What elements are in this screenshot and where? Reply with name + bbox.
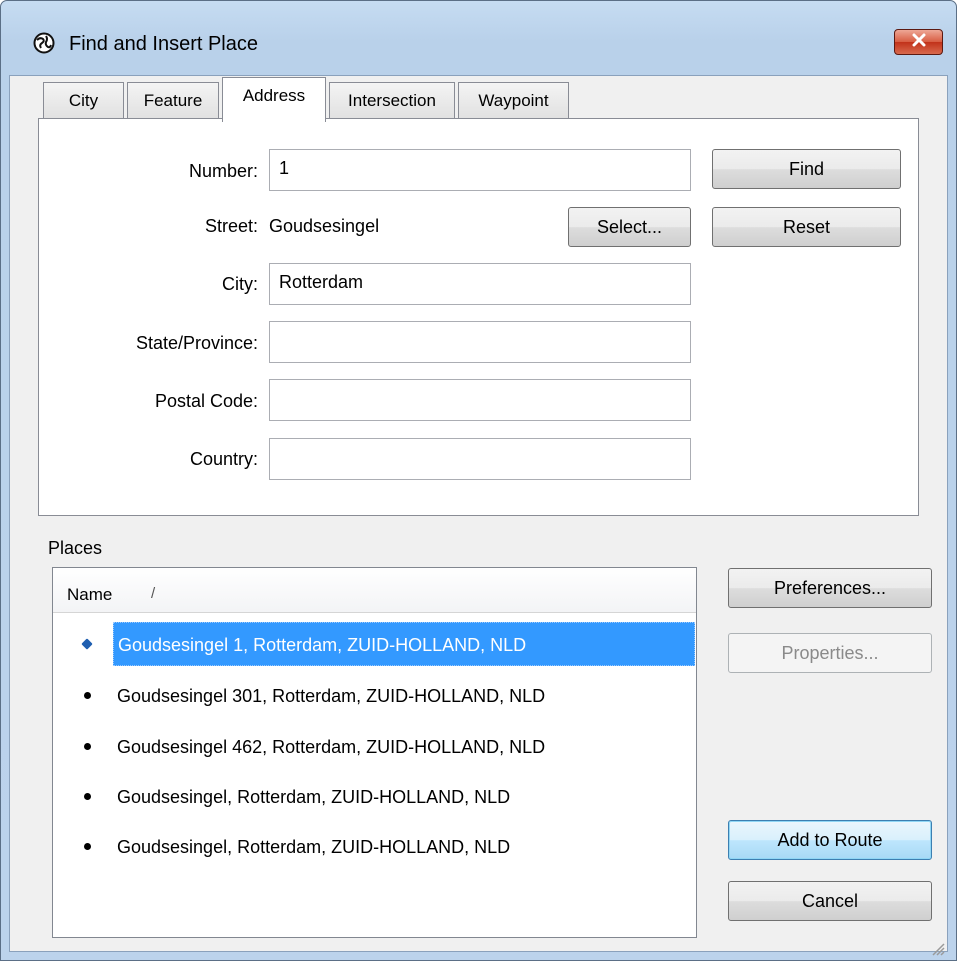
tab-intersection[interactable]: Intersection (329, 82, 455, 118)
tab-waypoint-label: Waypoint (478, 90, 549, 110)
list-item-text: Goudsesingel 301, Rotterdam, ZUID-HOLLAN… (117, 686, 546, 706)
reset-button[interactable]: Reset (712, 207, 901, 247)
properties-button-label: Properties... (781, 642, 879, 663)
bullet-icon (84, 692, 91, 699)
postal-code-field[interactable] (269, 379, 691, 421)
properties-button[interactable]: Properties... (728, 633, 932, 673)
country-label: Country: (189, 449, 258, 469)
preferences-button-label: Preferences... (773, 577, 887, 598)
street-label: Street: (204, 216, 258, 236)
places-label: Places (48, 538, 103, 558)
list-item-text: Goudsesingel, Rotterdam, ZUID-HOLLAND, N… (117, 837, 511, 857)
tab-address[interactable]: Address (222, 77, 326, 122)
globe-icon (33, 32, 55, 54)
list-item[interactable]: Goudsesingel, Rotterdam, ZUID-HOLLAND, N… (53, 825, 696, 869)
tab-city[interactable]: City (43, 82, 124, 118)
close-button[interactable] (894, 29, 943, 55)
resize-grip-icon[interactable] (929, 940, 945, 956)
list-item-text: Goudsesingel 462, Rotterdam, ZUID-HOLLAN… (117, 737, 546, 757)
bullet-icon (84, 743, 91, 750)
postal-code-label: Postal Code: (154, 391, 258, 411)
reset-button-label: Reset (782, 216, 831, 237)
tab-feature-label: Feature (143, 90, 203, 110)
tab-address-label: Address (242, 86, 306, 105)
title-bar[interactable]: Find and Insert Place (1, 1, 956, 79)
state-province-label: State/Province: (135, 333, 258, 353)
close-icon (911, 33, 927, 52)
add-to-route-button[interactable]: Add to Route (728, 820, 932, 860)
country-field[interactable] (269, 438, 691, 480)
cancel-button-label: Cancel (801, 890, 859, 911)
number-value: 1 (279, 158, 290, 178)
list-item[interactable]: Goudsesingel, Rotterdam, ZUID-HOLLAND, N… (53, 775, 696, 819)
city-value: Rotterdam (279, 272, 364, 292)
number-field[interactable]: 1 (269, 149, 691, 191)
number-label: Number: (188, 161, 258, 181)
window-title: Find and Insert Place (69, 33, 258, 55)
tab-city-label: City (68, 90, 99, 110)
sort-indicator: / (151, 585, 156, 602)
list-item-text: Goudsesingel, Rotterdam, ZUID-HOLLAND, N… (117, 787, 511, 807)
select-button[interactable]: Select... (568, 207, 691, 247)
select-button-label: Select... (596, 216, 663, 237)
tab-waypoint[interactable]: Waypoint (458, 82, 569, 118)
find-button-label: Find (788, 158, 824, 179)
bullet-icon (84, 793, 91, 800)
places-list-header: Name / (53, 568, 696, 613)
list-item[interactable]: Goudsesingel 462, Rotterdam, ZUID-HOLLAN… (53, 725, 696, 769)
preferences-button[interactable]: Preferences... (728, 568, 932, 608)
list-item-text: Goudsesingel 1, Rotterdam, ZUID-HOLLAND,… (113, 622, 695, 666)
list-item[interactable]: Goudsesingel 301, Rotterdam, ZUID-HOLLAN… (53, 674, 696, 718)
find-button[interactable]: Find (712, 149, 901, 189)
add-to-route-button-label: Add to Route (777, 829, 883, 850)
cancel-button[interactable]: Cancel (728, 881, 932, 921)
bullet-icon (81, 638, 93, 650)
city-label: City: (222, 274, 258, 294)
places-list[interactable]: Name / Goudsesingel 1, Rotterdam, ZUID-H… (52, 567, 697, 938)
street-value: Goudsesingel (269, 216, 380, 236)
state-province-field[interactable] (269, 321, 691, 363)
tab-feature[interactable]: Feature (127, 82, 219, 118)
tab-intersection-label: Intersection (348, 90, 436, 110)
city-field[interactable]: Rotterdam (269, 263, 691, 305)
bullet-icon (84, 843, 91, 850)
column-header-name[interactable]: Name (67, 585, 112, 605)
list-item[interactable]: Goudsesingel 1, Rotterdam, ZUID-HOLLAND,… (53, 622, 696, 666)
